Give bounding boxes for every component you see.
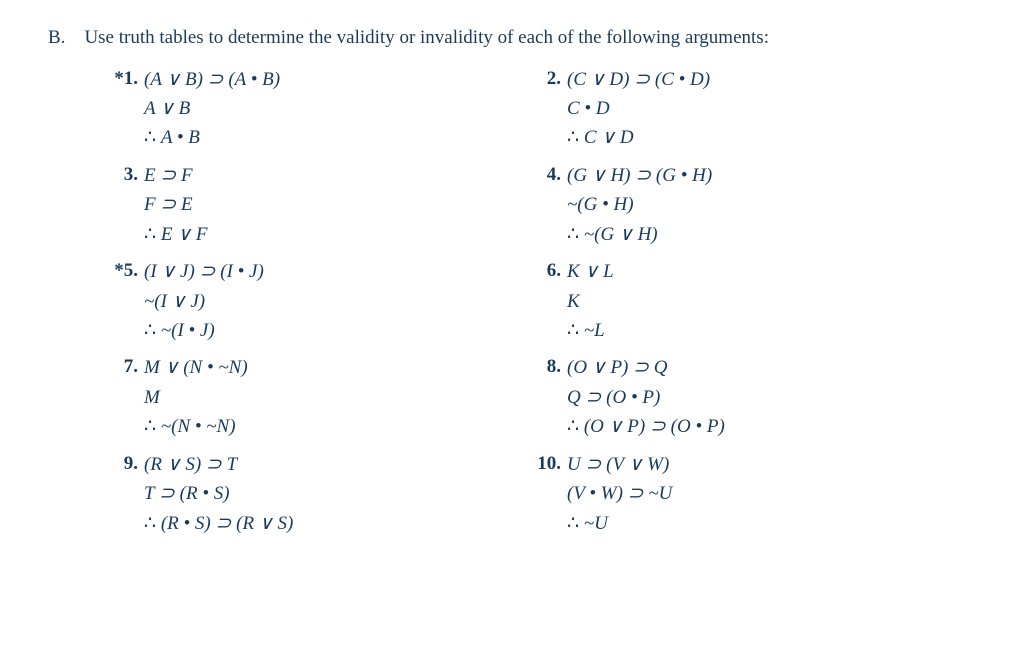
- problem-number: 4.: [533, 161, 567, 190]
- problem-item: *1. (A ∨ B) ⊃ (A • B) A ∨ B A • B: [110, 65, 515, 153]
- section-intro: B. Use truth tables to determine the val…: [48, 24, 982, 53]
- argument: (R ∨ S) ⊃ T T ⊃ (R • S) (R • S) ⊃ (R ∨ S…: [144, 450, 293, 538]
- argument: M ∨ (N • ~N) M ~(N • ~N): [144, 353, 248, 441]
- premise: (R ∨ S) ⊃ T: [144, 450, 293, 479]
- premise: K: [567, 287, 614, 316]
- problem-number: *1.: [110, 65, 144, 94]
- argument: E ⊃ F F ⊃ E E ∨ F: [144, 161, 207, 249]
- argument: (A ∨ B) ⊃ (A • B) A ∨ B A • B: [144, 65, 280, 153]
- problem-number: 10.: [533, 450, 567, 479]
- problem-row: *1. (A ∨ B) ⊃ (A • B) A ∨ B A • B 2. (C …: [48, 65, 982, 153]
- conclusion: ~U: [567, 509, 672, 538]
- section-label: B.: [48, 27, 65, 48]
- premise: M: [144, 383, 248, 412]
- problem-number: 3.: [110, 161, 144, 190]
- premise: (G ∨ H) ⊃ (G • H): [567, 161, 712, 190]
- argument: U ⊃ (V ∨ W) (V • W) ⊃ ~U ~U: [567, 450, 672, 538]
- section-text: Use truth tables to determine the validi…: [84, 27, 769, 48]
- argument: (I ∨ J) ⊃ (I • J) ~(I ∨ J) ~(I • J): [144, 257, 264, 345]
- premise: F ⊃ E: [144, 190, 207, 219]
- premise: (A ∨ B) ⊃ (A • B): [144, 65, 280, 94]
- argument: (G ∨ H) ⊃ (G • H) ~(G • H) ~(G ∨ H): [567, 161, 712, 249]
- problem-item: 7. M ∨ (N • ~N) M ~(N • ~N): [110, 353, 515, 441]
- premise: Q ⊃ (O • P): [567, 383, 725, 412]
- argument: (C ∨ D) ⊃ (C • D) C • D C ∨ D: [567, 65, 710, 153]
- problem-item: 3. E ⊃ F F ⊃ E E ∨ F: [110, 161, 515, 249]
- problem-item: 4. (G ∨ H) ⊃ (G • H) ~(G • H) ~(G ∨ H): [533, 161, 982, 249]
- conclusion: (R • S) ⊃ (R ∨ S): [144, 509, 293, 538]
- conclusion: E ∨ F: [144, 220, 207, 249]
- conclusion: (O ∨ P) ⊃ (O • P): [567, 412, 725, 441]
- premise: K ∨ L: [567, 257, 614, 286]
- premise: E ⊃ F: [144, 161, 207, 190]
- premise: (C ∨ D) ⊃ (C • D): [567, 65, 710, 94]
- problem-item: 9. (R ∨ S) ⊃ T T ⊃ (R • S) (R • S) ⊃ (R …: [110, 450, 515, 538]
- problem-number: 8.: [533, 353, 567, 382]
- problem-item: 6. K ∨ L K ~L: [533, 257, 982, 345]
- conclusion: ~(G ∨ H): [567, 220, 712, 249]
- problem-number: 9.: [110, 450, 144, 479]
- premise: U ⊃ (V ∨ W): [567, 450, 672, 479]
- premise: (O ∨ P) ⊃ Q: [567, 353, 725, 382]
- premise: M ∨ (N • ~N): [144, 353, 248, 382]
- problem-number: *5.: [110, 257, 144, 286]
- problem-row: 3. E ⊃ F F ⊃ E E ∨ F 4. (G ∨ H) ⊃ (G • H…: [48, 161, 982, 249]
- problem-item: *5. (I ∨ J) ⊃ (I • J) ~(I ∨ J) ~(I • J): [110, 257, 515, 345]
- problem-row: 7. M ∨ (N • ~N) M ~(N • ~N) 8. (O ∨ P) ⊃…: [48, 353, 982, 441]
- problem-number: 2.: [533, 65, 567, 94]
- problem-list: *1. (A ∨ B) ⊃ (A • B) A ∨ B A • B 2. (C …: [48, 65, 982, 539]
- premise: T ⊃ (R • S): [144, 479, 293, 508]
- premise: ~(I ∨ J): [144, 287, 264, 316]
- problem-item: 2. (C ∨ D) ⊃ (C • D) C • D C ∨ D: [533, 65, 982, 153]
- problem-number: 7.: [110, 353, 144, 382]
- problem-row: *5. (I ∨ J) ⊃ (I • J) ~(I ∨ J) ~(I • J) …: [48, 257, 982, 345]
- problem-row: 9. (R ∨ S) ⊃ T T ⊃ (R • S) (R • S) ⊃ (R …: [48, 450, 982, 538]
- argument: (O ∨ P) ⊃ Q Q ⊃ (O • P) (O ∨ P) ⊃ (O • P…: [567, 353, 725, 441]
- premise: C • D: [567, 94, 710, 123]
- premise: A ∨ B: [144, 94, 280, 123]
- conclusion: ~(I • J): [144, 316, 264, 345]
- problem-item: 10. U ⊃ (V ∨ W) (V • W) ⊃ ~U ~U: [533, 450, 982, 538]
- conclusion: C ∨ D: [567, 123, 710, 152]
- conclusion: ~(N • ~N): [144, 412, 248, 441]
- conclusion: A • B: [144, 123, 280, 152]
- argument: K ∨ L K ~L: [567, 257, 614, 345]
- problem-number: 6.: [533, 257, 567, 286]
- premise: (V • W) ⊃ ~U: [567, 479, 672, 508]
- premise: (I ∨ J) ⊃ (I • J): [144, 257, 264, 286]
- problem-item: 8. (O ∨ P) ⊃ Q Q ⊃ (O • P) (O ∨ P) ⊃ (O …: [533, 353, 982, 441]
- premise: ~(G • H): [567, 190, 712, 219]
- conclusion: ~L: [567, 316, 614, 345]
